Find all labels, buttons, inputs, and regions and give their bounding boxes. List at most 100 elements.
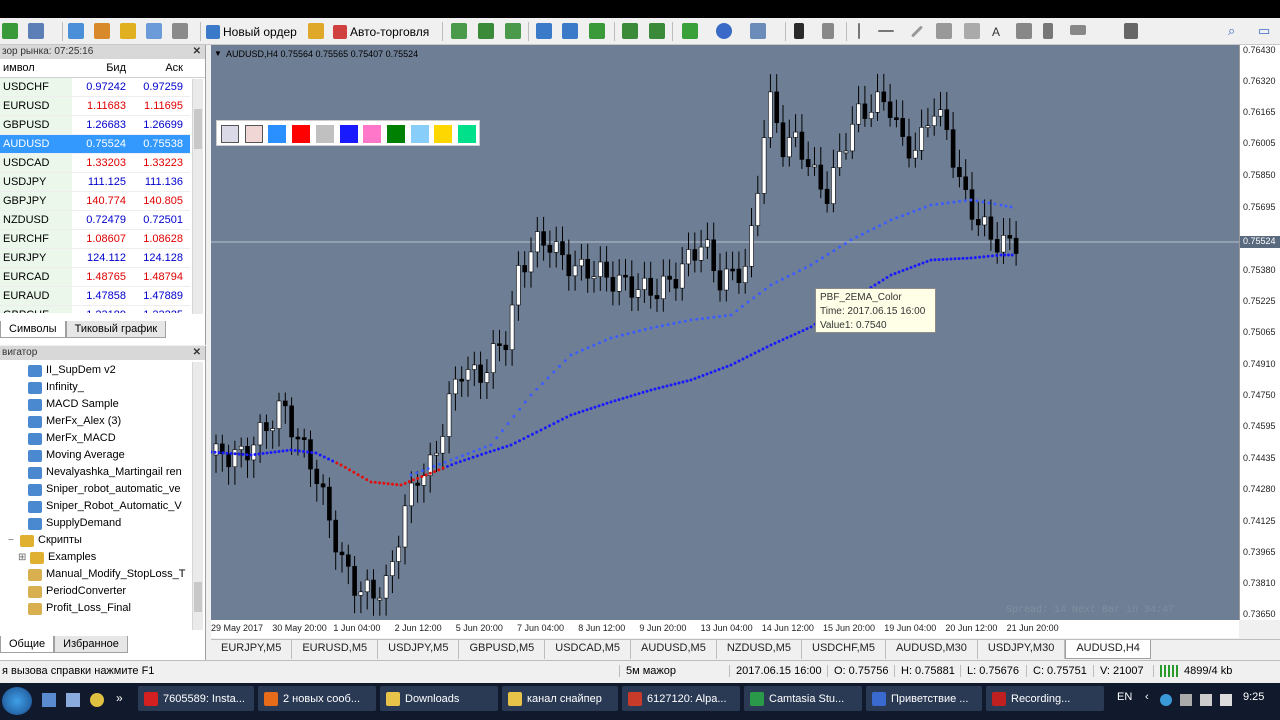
table-row[interactable]: EURCHF 1.08607 1.08628 [0, 230, 190, 249]
chart-tab[interactable]: USDJPY,M30 [978, 640, 1066, 659]
meta-editor-icon[interactable] [308, 23, 324, 39]
trendline-icon[interactable] [910, 25, 924, 38]
table-row[interactable]: GBPUSD 1.26683 1.26699 [0, 116, 190, 135]
table-row[interactable]: AUDUSD 0.75524 0.75538 [0, 135, 190, 154]
tab-tick-chart[interactable]: Тиковый график [65, 321, 167, 338]
navigator-item[interactable]: Moving Average [0, 447, 190, 464]
chart-tab[interactable]: USDCAD,M5 [545, 640, 632, 659]
auto-trading-button[interactable]: Авто-торговля [333, 21, 429, 42]
taskbar-item[interactable]: 6127120: Alpa... [622, 686, 740, 711]
color-swatch[interactable] [315, 125, 334, 143]
table-row[interactable]: NZDUSD 0.72479 0.72501 [0, 211, 190, 230]
navigator-item[interactable]: II_SupDem v2 [0, 362, 190, 379]
table-row[interactable]: USDJPY 111.125 111.136 [0, 173, 190, 192]
navigator-item[interactable]: SupplyDemand [0, 515, 190, 532]
market-watch-scrollbar[interactable] [192, 79, 203, 314]
chart-tab[interactable]: EURUSD,M5 [292, 640, 379, 659]
templates-icon[interactable] [750, 23, 766, 39]
color-swatch[interactable] [339, 125, 358, 143]
strategy-tester-icon[interactable] [172, 23, 188, 39]
navigator-item[interactable]: Manual_Modify_StopLoss_T [0, 566, 190, 583]
zoom-in-icon[interactable] [536, 23, 552, 39]
col-symbol[interactable]: имвол [0, 59, 72, 77]
navigator-item[interactable]: MerFx_Alex (3) [0, 413, 190, 430]
table-row[interactable]: GBPJPY 140.774 140.805 [0, 192, 190, 211]
scroll-thumb[interactable] [194, 109, 202, 149]
rectangle-tool-icon[interactable] [1070, 25, 1086, 35]
zoom-out-icon[interactable] [562, 23, 578, 39]
text-tool-icon[interactable]: A [992, 25, 1000, 39]
taskbar-item[interactable]: Downloads [380, 686, 498, 711]
chart-tab[interactable]: EURJPY,M5 [211, 640, 293, 659]
collapse-icon[interactable]: − [8, 532, 16, 549]
navigator-item[interactable]: Sniper_Robot_Automatic_V [0, 498, 190, 515]
navigator-item[interactable]: ⊞ Examples [0, 549, 190, 566]
tile-windows-icon[interactable] [589, 23, 605, 39]
label-tool-icon[interactable] [1016, 23, 1032, 39]
taskbar-item[interactable]: 2 новых сооб... [258, 686, 376, 711]
col-ask[interactable]: Аск [128, 59, 185, 77]
color-swatch[interactable] [434, 125, 453, 143]
arrow-tool-icon[interactable] [1043, 23, 1053, 39]
chat-icon[interactable]: ▭ [1258, 23, 1270, 39]
navigator-item[interactable]: Profit_Loss_Final [0, 600, 190, 617]
color-swatch[interactable] [363, 125, 382, 143]
profiles-icon[interactable] [28, 23, 44, 39]
search-icon[interactable]: ⌕ [1228, 23, 1235, 39]
table-row[interactable]: EURCAD 1.48765 1.48794 [0, 268, 190, 287]
chart-shift-icon[interactable] [622, 23, 638, 39]
network-icon[interactable] [1200, 694, 1212, 706]
start-button-icon[interactable] [2, 687, 32, 715]
bar-chart-icon[interactable] [451, 23, 467, 39]
table-row[interactable]: USDCAD 1.33203 1.33223 [0, 154, 190, 173]
close-icon[interactable]: ✕ [193, 346, 201, 360]
new-chart-icon[interactable] [2, 23, 18, 39]
volume-icon[interactable] [1220, 694, 1232, 706]
color-swatch[interactable] [410, 125, 429, 143]
taskbar-item[interactable]: канал снайпер [502, 686, 618, 711]
chart-tab[interactable]: AUDUSD,M5 [631, 640, 717, 659]
close-icon[interactable]: ✕ [193, 45, 201, 59]
clock[interactable]: 9:25 [1243, 691, 1264, 703]
periods-icon[interactable] [716, 23, 732, 39]
navigator-scrollbar[interactable] [192, 362, 203, 630]
horizontal-line-icon[interactable] [878, 30, 894, 32]
taskbar-item[interactable]: Приветствие ... [866, 686, 982, 711]
navigator-item[interactable]: MACD Sample [0, 396, 190, 413]
navigator-item[interactable]: PeriodConverter [0, 583, 190, 600]
chart-tab[interactable]: USDJPY,M5 [378, 640, 460, 659]
navigator-item[interactable]: MerFx_MACD [0, 430, 190, 447]
tab-favorites[interactable]: Избранное [54, 636, 128, 653]
more-tools-icon[interactable] [1124, 23, 1138, 39]
expand-icon[interactable]: ⊞ [18, 549, 26, 566]
color-swatch[interactable] [458, 125, 476, 143]
language-indicator[interactable]: EN [1117, 691, 1132, 703]
tray-app1-icon[interactable] [1160, 694, 1172, 706]
navigator-item[interactable]: − Скрипты [0, 532, 190, 549]
scroll-thumb[interactable] [194, 582, 202, 612]
chrome-icon[interactable] [90, 693, 104, 707]
navigator-item[interactable]: Nevalyashka_Martingail ren [0, 464, 190, 481]
new-order-button[interactable]: Новый ордер [206, 21, 297, 42]
tab-general[interactable]: Общие [0, 636, 55, 653]
market-watch-icon[interactable] [68, 23, 84, 39]
fibonacci-icon[interactable] [964, 23, 980, 39]
table-row[interactable]: USDCHF 0.97242 0.97259 [0, 78, 190, 97]
line-chart-icon[interactable] [505, 23, 521, 39]
chart-tab[interactable]: AUDUSD,M30 [886, 640, 978, 659]
color-swatch[interactable] [386, 125, 405, 143]
color-swatch[interactable] [221, 125, 239, 143]
color-swatch[interactable] [292, 125, 311, 143]
navigator-item[interactable]: Sniper_robot_automatic_ve [0, 481, 190, 498]
taskbar-item[interactable]: 7605589: Insta... [138, 686, 254, 711]
crosshair-icon[interactable] [822, 23, 834, 39]
color-swatch[interactable] [244, 125, 263, 143]
taskbar-more-icon[interactable]: » [116, 691, 123, 705]
taskbar-item[interactable]: Camtasia Stu... [744, 686, 862, 711]
table-row[interactable]: EURUSD 1.11683 1.11695 [0, 97, 190, 116]
status-profile[interactable]: 5м мажор [619, 665, 676, 677]
data-window-icon[interactable] [94, 23, 110, 39]
chart-tab[interactable]: NZDUSD,M5 [717, 640, 803, 659]
candle-chart-icon[interactable] [478, 23, 494, 39]
terminal-icon[interactable] [146, 23, 162, 39]
